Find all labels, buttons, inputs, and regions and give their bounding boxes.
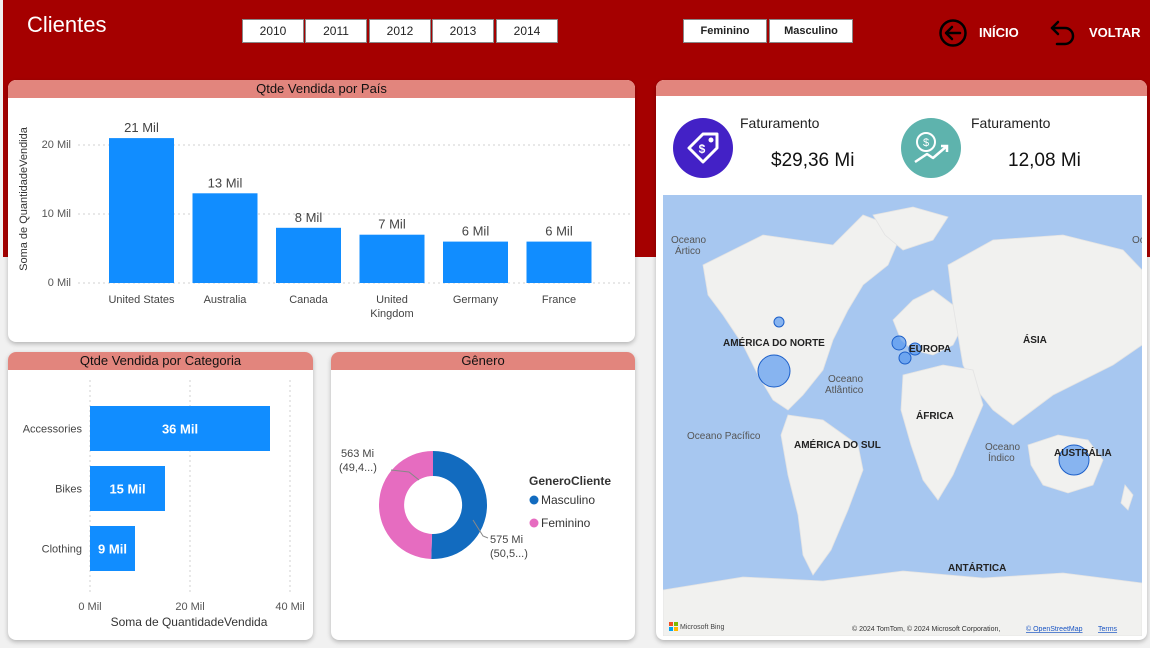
year-slicer-2011[interactable]: 2011 — [305, 19, 367, 43]
country-x-tick-canada: Canada — [289, 294, 328, 306]
map-label-arctic-ocean-right: Oc — [1132, 235, 1142, 246]
gender-slicer-masculino[interactable]: Masculino — [769, 19, 853, 43]
country-bar-united-kingdom[interactable] — [359, 234, 425, 283]
masculino-value-label: 575 Mi — [490, 534, 523, 546]
year-slicer-2013[interactable]: 2013 — [432, 19, 494, 43]
arrow-left-circle-icon[interactable] — [938, 18, 968, 48]
country-bar-united-states[interactable] — [109, 138, 174, 283]
map-label-antarctica: ANTÁRTICA — [948, 561, 1006, 574]
category-chart-card: Qtde Vendida por Categoria 36 Mil Accesso… — [8, 352, 313, 640]
gender-slicer-feminino[interactable]: Feminino — [683, 19, 767, 43]
year-slicer-2010[interactable]: 2010 — [242, 19, 304, 43]
category-x-tick-40: 40 Mil — [275, 601, 304, 613]
year-slicer-2014[interactable]: 2014 — [496, 19, 558, 43]
map-copyright: © 2024 TomTom, © 2024 Microsoft Corporat… — [852, 625, 1000, 633]
category-y-tick-clothing: Clothing — [42, 544, 82, 556]
country-bar-canada[interactable] — [276, 227, 341, 283]
svg-text:$: $ — [923, 137, 929, 149]
category-x-axis-title: Soma de QuantidadeVendida — [111, 615, 268, 629]
country-bar-france[interactable] — [526, 241, 592, 283]
gender-chart-title: Gênero — [331, 352, 635, 370]
bubble-united-states — [757, 354, 791, 388]
map-osm-link[interactable]: © OpenStreetMap — [1026, 625, 1083, 633]
home-button[interactable]: INÍCIO — [979, 25, 1019, 40]
masculino-percent-label: (50,5...) — [490, 548, 528, 560]
money-growth-icon: $ — [901, 118, 961, 178]
map-label-arctic-ocean-2: Ártico — [675, 244, 701, 257]
map-bing-attribution: Microsoft Bing — [680, 624, 724, 631]
gender-donut-chart: 563 Mi (49,4...) 575 Mi (50,5...) Genero… — [339, 448, 611, 560]
bubble-united-kingdom — [891, 335, 907, 351]
country-x-tick-united-kingdom-1: United — [376, 294, 408, 306]
category-x-tick-20: 20 Mil — [175, 601, 204, 613]
map-label-europe: EUROPA — [909, 344, 951, 355]
kpi-revenue-value: $29,36 Mi — [771, 150, 855, 171]
svg-text:$: $ — [699, 142, 706, 156]
map-card-header — [656, 80, 1147, 96]
legend-masculino-label[interactable]: Masculino — [541, 493, 595, 507]
category-x-tick-0: 0 Mil — [78, 601, 101, 613]
category-data-label-accessories: 36 Mil — [162, 422, 198, 437]
header-bar — [3, 0, 1150, 57]
country-chart-title: Qtde Vendida por País — [8, 80, 635, 98]
country-x-tick-united-states: United States — [108, 294, 175, 306]
country-data-label-united-kingdom: 7 Mil — [378, 217, 406, 232]
legend-feminino-marker — [529, 518, 539, 528]
country-bar-australia[interactable] — [192, 193, 258, 283]
page-title: Clientes — [27, 12, 107, 37]
country-bar-chart: 21 Mil United States 13 Mil Australia 8 Mil C… — [18, 120, 633, 320]
donut-slice-masculino[interactable] — [431, 451, 488, 559]
country-y-axis-title: Soma de QuantidadeVendida — [18, 126, 30, 271]
feminino-percent-label: (49,4...) — [339, 462, 377, 474]
map-card: $ Faturamento $29,36 Mi $ Faturamento 12… — [656, 80, 1147, 640]
map-label-arctic-ocean-1: Oceano — [671, 235, 706, 246]
country-data-label-united-states: 21 Mil — [124, 120, 159, 135]
country-x-tick-united-kingdom-2: Kingdom — [370, 308, 413, 320]
legend-masculino-marker — [529, 495, 539, 505]
category-chart-title: Qtde Vendida por Categoria — [8, 352, 313, 370]
map-label-indian-ocean-1: Oceano — [985, 442, 1020, 453]
map-terms-link[interactable]: Terms — [1098, 626, 1118, 633]
world-map[interactable]: Oceano Ártico Oceano Atlântico Oceano Pa… — [663, 195, 1142, 636]
gender-legend-title: GeneroCliente — [529, 474, 611, 488]
map-label-indian-ocean-2: Índico — [988, 451, 1015, 464]
donut-slice-feminino[interactable] — [379, 451, 433, 559]
category-data-label-bikes: 15 Mil — [109, 482, 145, 497]
category-y-tick-bikes: Bikes — [55, 484, 82, 496]
country-data-label-germany: 6 Mil — [462, 224, 490, 239]
country-data-label-australia: 13 Mil — [208, 175, 243, 190]
category-y-tick-accessories: Accessories — [23, 424, 83, 436]
country-data-label-canada: 8 Mil — [295, 210, 323, 225]
kpi-revenue-2-value: 12,08 Mi — [1008, 150, 1081, 171]
map-label-australia: AUSTRÁLIA — [1054, 446, 1112, 459]
price-tag-icon: $ — [673, 118, 733, 178]
year-slicer-2012[interactable]: 2012 — [369, 19, 431, 43]
country-x-tick-germany: Germany — [453, 294, 499, 306]
undo-arrow-icon[interactable] — [1049, 18, 1079, 48]
country-y-tick-20: 20 Mil — [42, 139, 71, 151]
country-x-tick-australia: Australia — [204, 294, 248, 306]
legend-feminino-label[interactable]: Feminino — [541, 516, 591, 530]
map-label-south-america: AMÉRICA DO SUL — [794, 438, 881, 451]
kpi-revenue-2-label: Faturamento — [971, 115, 1051, 131]
map-label-asia: ÁSIA — [1023, 333, 1047, 346]
map-label-pacific-ocean: Oceano Pacífico — [687, 431, 761, 442]
back-button[interactable]: VOLTAR — [1089, 25, 1141, 40]
kpi-revenue-label: Faturamento — [740, 115, 820, 131]
map-label-atlantic-ocean-1: Oceano — [828, 374, 863, 385]
feminino-value-label: 563 Mi — [341, 448, 374, 460]
country-x-tick-france: France — [542, 294, 576, 306]
category-bar-chart: 36 Mil Accessories 15 Mil Bikes 9 Mil Clothin… — [23, 380, 305, 629]
bubble-canada — [773, 316, 785, 328]
category-data-label-clothing: 9 Mil — [98, 542, 127, 557]
map-label-north-america: AMÉRICA DO NORTE — [723, 336, 825, 349]
map-label-africa: ÁFRICA — [916, 409, 954, 422]
map-label-atlantic-ocean-2: Atlântico — [825, 385, 864, 396]
country-y-tick-10: 10 Mil — [42, 208, 71, 220]
gender-chart-card: Gênero 563 Mi (49,4...) 575 Mi (50,5...)… — [331, 352, 635, 640]
country-data-label-france: 6 Mil — [545, 224, 573, 239]
country-y-tick-0: 0 Mil — [48, 277, 71, 289]
country-bar-germany[interactable] — [443, 241, 508, 283]
country-chart-card: Qtde Vendida por País 21 Mil United State… — [8, 80, 635, 342]
